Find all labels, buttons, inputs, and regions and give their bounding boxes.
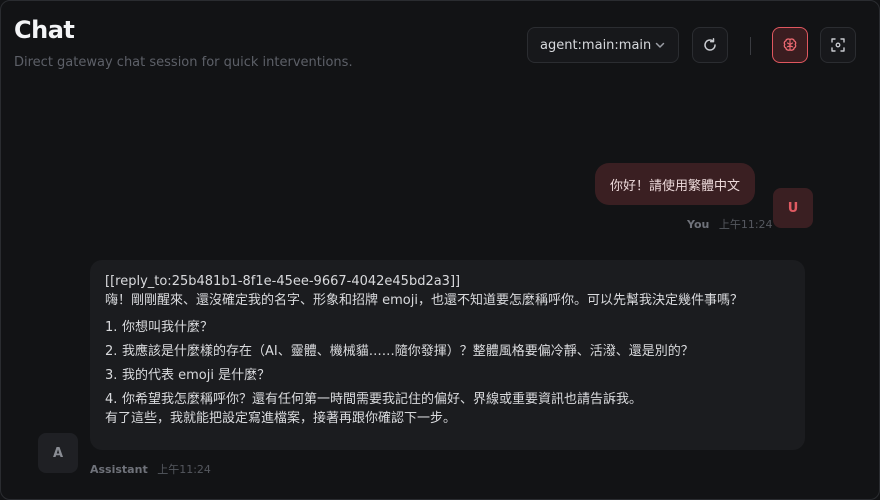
page-title: Chat [14,16,75,44]
assistant-message-bubble: [[reply_to:25b481b1-8f1e-45ee-9667-4042e… [90,260,805,450]
session-select-value: agent:main:main [540,37,652,53]
thinking-toggle-button[interactable] [772,27,808,63]
refresh-button[interactable] [692,27,728,63]
session-select[interactable]: agent:main:main [527,27,679,63]
user-message-meta: You 上午11:24 [687,216,773,232]
chat-window: Chat Direct gateway chat session for qui… [0,0,880,500]
assistant-message-time: 上午11:24 [157,463,211,476]
user-message-author: You [687,218,710,231]
toolbar-divider [750,37,751,55]
user-avatar: U [773,188,813,228]
focus-icon [831,38,845,52]
list-item-text: 你想叫我什麼？ [122,320,214,335]
user-message-bubble: 你好！請使用繁體中文 [595,163,756,205]
assistant-closing: 有了這些，我就能把設定寫進檔案，接著再跟你確認下一步。 [105,411,457,426]
list-item-number: 3. [105,368,118,383]
list-item-text: 我的代表 emoji 是什麼？ [122,368,271,383]
user-message-text: 你好！請使用繁體中文 [610,178,741,194]
list-item: 4. 你希望我怎麼稱呼你？還有任何第一時間需要我記住的偏好、界線或重要資訊也請告訴… [105,390,790,409]
assistant-message-author: Assistant [90,463,148,476]
reply-tag: [[reply_to:25b481b1-8f1e-45ee-9667-4042e… [105,274,461,289]
assistant-question-list: 1. 你想叫我什麼？ 2. 我應該是什麼樣的存在（AI、靈體、機械貓……隨你發揮）？… [105,318,790,409]
list-item-number: 1. [105,320,118,335]
list-item-text: 你希望我怎麼稱呼你？還有任何第一時間需要我記住的偏好、界線或重要資訊也請告訴我。 [122,392,643,407]
refresh-icon [704,38,716,51]
assistant-message-meta: Assistant 上午11:24 [90,461,211,477]
assistant-intro: 嗨！剛剛醒來、還沒確定我的名字、形象和招牌 emoji，也還不知道要怎麼稱呼你。… [105,293,743,308]
list-item-text: 我應該是什麼樣的存在（AI、靈體、機械貓……隨你發揮）？整體風格要偏冷靜、活潑、… [122,344,694,359]
assistant-avatar: A [38,433,78,473]
user-message-time: 上午11:24 [718,218,773,231]
list-item: 2. 我應該是什麼樣的存在（AI、靈體、機械貓……隨你發揮）？整體風格要偏冷靜、活… [105,342,790,361]
chevron-down-icon [655,42,665,48]
brain-icon [783,38,797,51]
list-item-number: 2. [105,344,118,359]
list-item: 1. 你想叫我什麼？ [105,318,790,337]
focus-mode-button[interactable] [820,27,856,63]
list-item-number: 4. [105,392,118,407]
list-item: 3. 我的代表 emoji 是什麼？ [105,366,790,385]
page-subtitle: Direct gateway chat session for quick in… [14,55,353,70]
